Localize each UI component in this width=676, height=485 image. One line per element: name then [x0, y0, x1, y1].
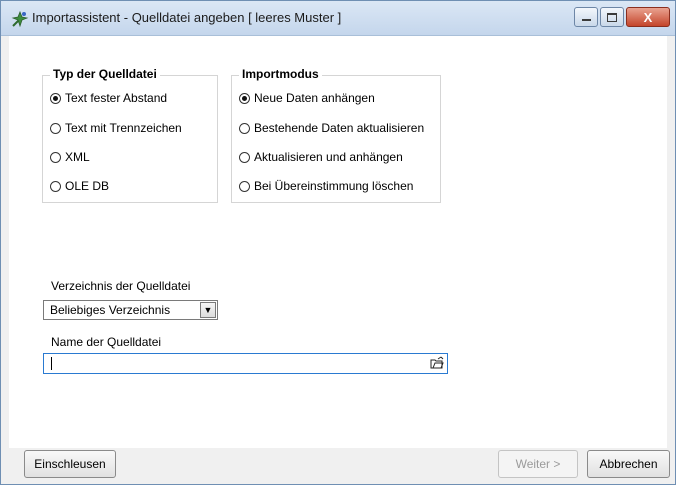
radio-label: Bei Übereinstimmung löschen: [254, 179, 414, 193]
radio-ole-db[interactable]: OLE DB: [50, 177, 109, 195]
einschleusen-label: Einschleusen: [34, 457, 106, 471]
import-wizard-window: Importassistent - Quelldatei angeben [ l…: [0, 0, 676, 485]
radio-label: Bestehende Daten aktualisieren: [254, 121, 425, 135]
cancel-label: Abbrechen: [599, 457, 658, 471]
radio-label: Text mit Trennzeichen: [65, 121, 182, 135]
open-folder-icon[interactable]: [430, 356, 444, 370]
import-mode-group: Importmodus Neue Daten anhängen Bestehen…: [231, 67, 441, 203]
radio-unchecked-icon: [50, 122, 61, 134]
radio-unchecked-icon: [239, 180, 250, 192]
chevron-down-icon[interactable]: ▼: [200, 302, 216, 318]
einschleusen-button[interactable]: Einschleusen: [24, 450, 116, 478]
radio-text-delimited[interactable]: Text mit Trennzeichen: [50, 119, 182, 137]
close-button[interactable]: X: [626, 7, 670, 27]
text-caret: [51, 357, 52, 370]
radio-unchecked-icon: [50, 151, 61, 163]
radio-update-and-append[interactable]: Aktualisieren und anhängen: [239, 148, 403, 166]
app-icon: [11, 10, 29, 28]
close-icon: X: [643, 9, 653, 25]
radio-unchecked-icon: [239, 151, 250, 163]
directory-label: Verzeichnis der Quelldatei: [51, 279, 191, 293]
import-mode-group-title: Importmodus: [239, 67, 322, 81]
radio-label: Neue Daten anhängen: [254, 91, 375, 105]
directory-select-value: Beliebiges Verzeichnis: [50, 303, 171, 317]
radio-label: Text fester Abstand: [65, 91, 168, 105]
minimize-icon: [581, 19, 591, 21]
next-button[interactable]: Weiter >: [498, 450, 578, 478]
source-type-group: Typ der Quelldatei Text fester Abstand T…: [42, 67, 218, 203]
cancel-button[interactable]: Abbrechen: [587, 450, 670, 478]
radio-append-new-data[interactable]: Neue Daten anhängen: [239, 89, 375, 107]
radio-checked-icon: [50, 92, 61, 104]
directory-select[interactable]: Beliebiges Verzeichnis ▼: [43, 300, 218, 320]
radio-update-existing-data[interactable]: Bestehende Daten aktualisieren: [239, 119, 424, 137]
radio-label: Aktualisieren und anhängen: [254, 150, 403, 164]
filename-label: Name der Quelldatei: [51, 335, 162, 349]
radio-unchecked-icon: [50, 180, 61, 192]
maximize-icon: [607, 12, 617, 22]
radio-text-fixed-width[interactable]: Text fester Abstand: [50, 89, 167, 107]
radio-label: XML: [65, 150, 90, 164]
window-title: Importassistent - Quelldatei angeben [ l…: [32, 10, 342, 25]
radio-delete-on-match[interactable]: Bei Übereinstimmung löschen: [239, 177, 413, 195]
radio-checked-icon: [239, 92, 250, 104]
button-bar: Einschleusen Weiter > Abbrechen: [1, 448, 675, 484]
filename-input[interactable]: [43, 353, 448, 374]
title-bar[interactable]: Importassistent - Quelldatei angeben [ l…: [1, 1, 675, 36]
radio-unchecked-icon: [239, 122, 250, 134]
maximize-button[interactable]: [600, 7, 624, 27]
radio-label: OLE DB: [65, 179, 110, 193]
source-type-group-title: Typ der Quelldatei: [50, 67, 160, 81]
minimize-button[interactable]: [574, 7, 598, 27]
next-label: Weiter >: [515, 457, 561, 471]
wizard-content: Typ der Quelldatei Text fester Abstand T…: [9, 36, 667, 448]
radio-xml[interactable]: XML: [50, 148, 90, 166]
